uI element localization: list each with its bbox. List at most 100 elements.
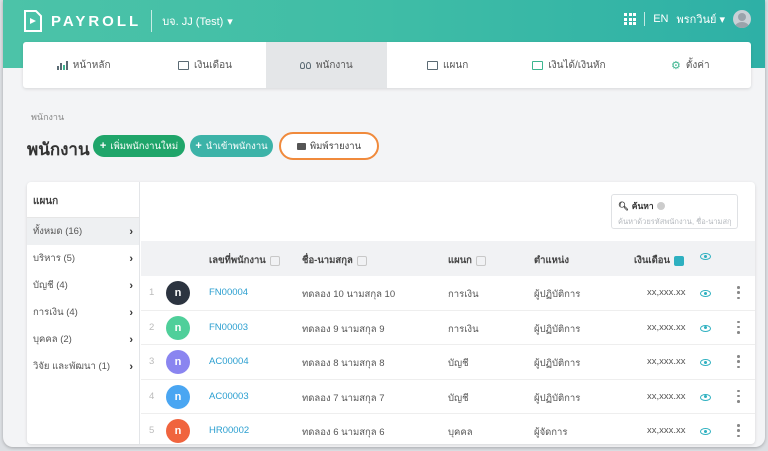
more-options-icon[interactable] [737, 286, 740, 299]
nav-settings[interactable]: ⚙ ตั้งค่า [630, 42, 751, 88]
help-icon[interactable] [656, 202, 665, 210]
row-number: 2 [149, 321, 155, 333]
app-logo[interactable]: PAYROLL บจ. JJ (Test) ▾ [23, 10, 233, 32]
column-name[interactable]: ชื่อ-นามสกุล [302, 253, 367, 268]
apps-grid-icon[interactable] [624, 13, 637, 25]
nav-home[interactable]: หน้าหลัก [23, 42, 144, 88]
sidebar-item-label: วิจัย และพัฒนา (1) [33, 361, 111, 372]
app-name: PAYROLL [51, 12, 142, 30]
eye-icon [700, 290, 711, 297]
sidebar-item-finance[interactable]: การเงิน (4) › [27, 299, 139, 326]
employee-salary: xx,xxx.xx [647, 425, 686, 436]
view-salary-toggle[interactable] [700, 393, 711, 404]
view-salary-toggle[interactable] [700, 358, 711, 369]
topbar-divider [644, 12, 646, 26]
more-options-icon[interactable] [737, 424, 740, 437]
employee-salary: xx,xxx.xx [647, 356, 686, 367]
column-code[interactable]: เลขที่พนักงาน [209, 253, 280, 268]
logo-divider [151, 10, 153, 32]
nav-salary[interactable]: เงินเดือน [144, 42, 265, 88]
column-department-label: แผนก [448, 255, 472, 266]
employee-salary: xx,xxx.xx [647, 390, 686, 402]
employee-name: ทดลอง 9 นามสกุล 9 [302, 323, 385, 335]
table-row[interactable]: 1 n FN00004 ทดลอง 10 นามสกุล 10 การเงิน ผู้ปฏ… [141, 276, 755, 311]
user-menu[interactable]: พรกวินย์ ▾ [677, 10, 726, 28]
print-report-button[interactable]: พิมพ์รายงาน [279, 132, 379, 160]
breadcrumb[interactable]: พนักงาน [31, 110, 64, 124]
table-header: เลขที่พนักงาน ชื่อ-นามสกุล แผนก ตำแหน่ง … [141, 241, 755, 276]
plus-icon: + [99, 140, 107, 152]
employee-position: ผู้ปฏิบัติการ [534, 358, 581, 369]
language-switch[interactable]: EN [653, 13, 668, 25]
view-salary-toggle[interactable] [700, 427, 711, 438]
employee-salary: xx,xxx.xx [647, 287, 686, 298]
column-salary[interactable]: เงินเดือน [634, 253, 684, 268]
sidebar-item-accounting[interactable]: บัญชี (4) › [27, 272, 139, 299]
employee-code-link[interactable]: HR00002 [209, 425, 249, 436]
print-report-label: พิมพ์รายงาน [309, 140, 362, 152]
nav-income-deduction[interactable]: เงินได้/เงินหัก [508, 42, 629, 88]
employee-code-link[interactable]: AC00004 [209, 356, 249, 367]
nav-employees[interactable]: พนักงาน [265, 42, 387, 88]
employee-position: ผู้ปฏิบัติการ [534, 392, 581, 404]
import-employee-button[interactable]: + นำเข้าพนักงาน [190, 135, 273, 157]
chevron-down-icon: ▾ [719, 13, 725, 26]
column-code-label: เลขที่พนักงาน [209, 255, 266, 266]
chevron-right-icon: › [129, 252, 133, 265]
table-row[interactable]: 2 n FN00003 ทดลอง 9 นามสกุล 9 การเงิน ผู้ปฏิบ… [141, 311, 755, 345]
nav-home-label: หน้าหลัก [72, 59, 111, 71]
search-placeholder: ค้นหาด้วยรหัสพนักงาน, ชื่อ-นามสกุล [618, 217, 731, 226]
avatar[interactable] [733, 10, 751, 28]
sidebar-item-label: บริหาร (5) [33, 253, 76, 264]
employee-code-link[interactable]: FN00004 [209, 287, 248, 298]
column-department[interactable]: แผนก [448, 253, 486, 268]
view-salary-toggle[interactable] [700, 324, 711, 335]
column-salary-label: เงินเดือน [634, 255, 670, 266]
search-input[interactable]: 🔍︎ ค้นหา ค้นหาด้วยรหัสพนักงาน, ชื่อ-นามส… [611, 194, 738, 229]
sort-icon[interactable] [269, 255, 280, 266]
people-icon [299, 61, 311, 69]
sort-icon[interactable] [356, 255, 367, 266]
toggle-salary-visibility[interactable] [700, 253, 711, 260]
import-employee-label: นำเข้าพนักงาน [205, 140, 268, 152]
eye-icon [700, 359, 711, 366]
chevron-right-icon: › [129, 225, 133, 238]
more-options-icon[interactable] [737, 320, 740, 334]
employee-panel: แผนก ทั้งหมด (16) › บริหาร (5) › บัญชี (… [27, 182, 755, 444]
search-label: ค้นหา [631, 201, 654, 211]
app-window: PAYROLL บจ. JJ (Test) ▾ EN พรกวินย์ ▾ หน… [3, 0, 765, 447]
page-title: พนักงาน [27, 140, 90, 159]
nav-income-deduction-label: เงินได้/เงินหัก [548, 59, 606, 71]
sidebar-item-rnd[interactable]: วิจัย และพัฒนา (1) › [27, 353, 139, 380]
sort-icon[interactable] [475, 255, 486, 266]
employee-salary: xx,xxx.xx [647, 321, 686, 333]
sidebar-item-management[interactable]: บริหาร (5) › [27, 245, 139, 272]
eye-icon [700, 253, 711, 260]
sort-down-icon[interactable] [674, 255, 684, 266]
employee-department: บัญชี [448, 392, 469, 404]
chevron-right-icon: › [129, 279, 133, 292]
company-selector[interactable]: บจ. JJ (Test) ▾ [162, 12, 233, 30]
view-salary-toggle[interactable] [700, 289, 711, 300]
nav-department[interactable]: แผนก [387, 42, 508, 88]
table-row[interactable]: 4 n AC00003 ทดลอง 7 นามสกุล 7 บัญชี ผู้ปฏิบัต… [141, 380, 755, 414]
sidebar-item-label: การเงิน (4) [33, 307, 78, 318]
employee-position: ผู้จัดการ [534, 427, 568, 438]
more-options-icon[interactable] [737, 355, 740, 368]
avatar: n [166, 315, 190, 340]
main-nav: หน้าหลัก เงินเดือน พนักงาน แผนก เงินได้/… [23, 42, 751, 88]
employee-code-link[interactable]: AC00003 [209, 391, 249, 402]
add-employee-button[interactable]: + เพิ่มพนักงานใหม่ [93, 135, 185, 157]
sidebar-item-all[interactable]: ทั้งหมด (16) › [27, 218, 139, 245]
column-position[interactable]: ตำแหน่ง [534, 253, 569, 268]
table-row[interactable]: 3 n AC00004 ทดลอง 8 นามสกุล 8 บัญชี ผู้ปฏิบัต… [141, 345, 755, 380]
more-options-icon[interactable] [737, 389, 740, 403]
row-number: 3 [149, 356, 155, 367]
nav-department-label: แผนก [443, 59, 469, 71]
employee-name: ทดลอง 10 นามสกุล 10 [302, 289, 396, 300]
employee-department: บุคคล [448, 427, 473, 438]
sidebar-item-hr[interactable]: บุคคล (2) › [27, 326, 139, 353]
payroll-logo-icon [24, 10, 42, 32]
table-row[interactable]: 5 n HR00002 ทดลอง 6 นามสกุล 6 บุคคล ผู้จัดการ… [141, 414, 755, 444]
employee-code-link[interactable]: FN00003 [209, 322, 248, 333]
